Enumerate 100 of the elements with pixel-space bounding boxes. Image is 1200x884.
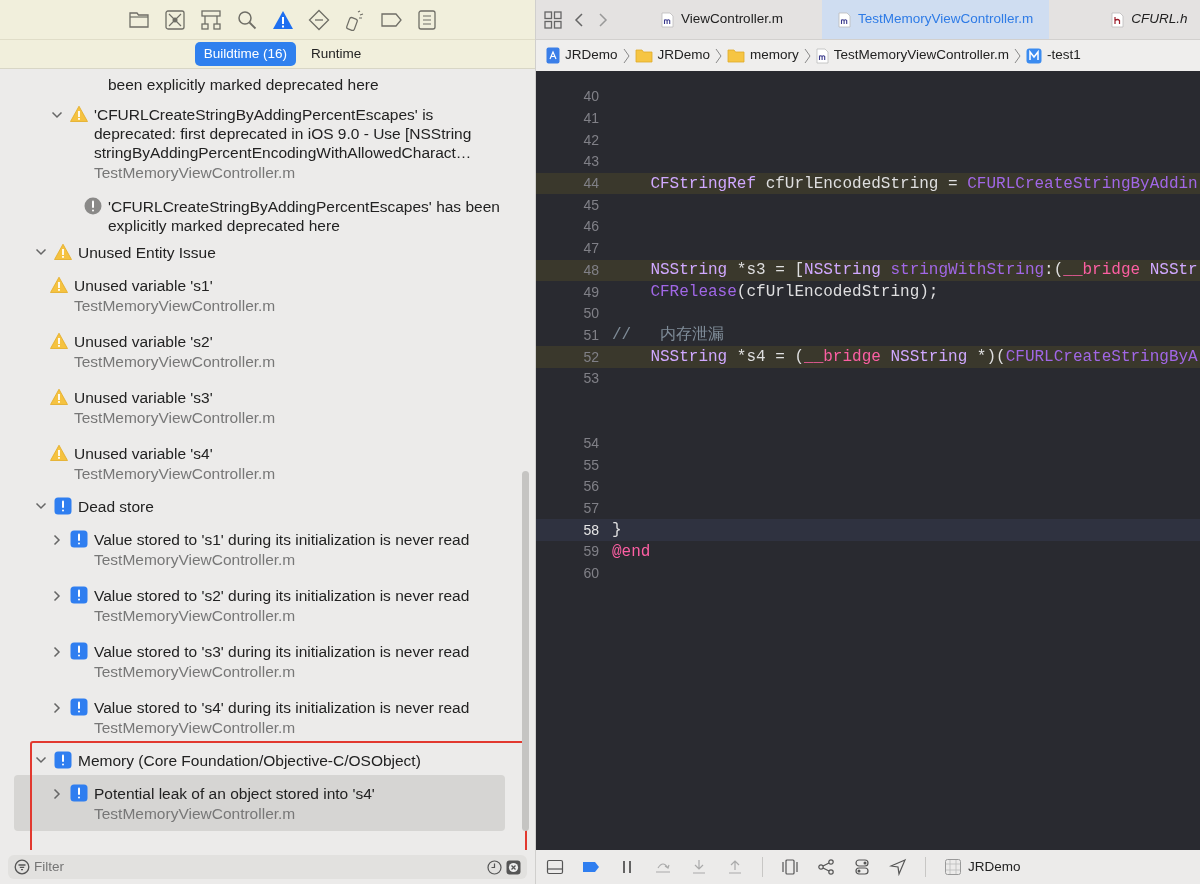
chevron-right-icon [715,47,723,64]
issue-row[interactable]: Value stored to 's4' during its initialization is never read TestMemoryViewController.m [0,689,505,745]
filter-icon [14,859,30,875]
warning-icon [50,332,68,350]
issue-row[interactable]: Unused variable 's2' TestMemoryViewController.m [0,323,505,379]
file-name: TestMemoryViewController.m [94,718,297,738]
file-name: TestMemoryViewController.m [74,352,277,372]
group-title[interactable]: Dead store [78,496,154,516]
issue-text: Value stored to 's1' during its initialization is never read [94,530,471,549]
line-number: 60 [582,564,600,584]
list-icon[interactable] [415,8,438,31]
file-m-icon [661,11,675,28]
square-x-icon[interactable] [163,8,186,31]
group-title[interactable]: Memory (Core Foundation/Objective-C/OSObject) [78,750,421,770]
line-number: 52 [582,347,600,367]
issue-row[interactable]: 'CFURLCreateStringByAddingPercentEscapes' is deprecated: first deprecated in iOS 9.0 - Use [NSString stringByAddingPercentEncodingWithAllowedCharact… TestMemoryViewController.m [0,96,505,190]
chevron-right-icon [622,47,630,64]
view-debug-icon[interactable] [781,858,799,876]
issue-row[interactable]: Unused variable 's3' TestMemoryViewController.m [0,379,505,435]
grid-icon[interactable] [544,10,562,29]
line-number: 55 [582,455,600,475]
folder-icon [634,48,653,63]
panel-icon[interactable] [546,858,564,876]
file-name: TestMemoryViewController.m [94,163,297,183]
search-icon[interactable] [235,8,258,31]
code-line: } [612,520,622,542]
close-icon[interactable] [506,859,521,875]
chevron-right-icon [803,47,811,64]
filter-field[interactable]: Filter [8,855,527,879]
line-number: 50 [582,304,600,324]
line-number: 58 [582,520,600,540]
warning-icon [50,444,68,462]
location-icon[interactable] [889,858,907,876]
breadcrumb-item[interactable]: JRDemo [657,45,711,66]
note-text: 'CFURLCreateStringByAddingPercentEscapes' has been explicitly marked deprecated here [108,197,501,235]
scheme-name[interactable]: JRDemo [968,856,1021,878]
folder-icon [727,48,746,63]
file-name: TestMemoryViewController.m [94,550,297,570]
line-number: 44 [582,174,600,194]
graph-icon[interactable] [817,858,835,876]
hierarchy-icon[interactable] [199,8,222,31]
segment-tab[interactable]: Buildtime (16) [194,41,296,67]
issue-row[interactable]: Value stored to 's1' during its initialization is never read TestMemoryViewController.m [0,521,505,577]
breadcrumb-item[interactable]: memory [750,45,799,66]
project-icon [546,47,560,64]
issue-text: Value stored to 's4' during its initialization is never read [94,698,471,717]
issue-row[interactable]: 'CFURLCreateStringByAddingPercentEscapes' has been explicitly marked deprecated here [0,190,505,237]
line-number: 43 [582,152,600,172]
file-name: TestMemoryViewController.m [94,804,297,824]
issue-text: Unused variable 's1' [74,276,214,295]
filter-input[interactable]: Filter [34,856,483,878]
back-icon[interactable] [574,11,584,28]
line-number: 49 [582,282,600,302]
line-number: 57 [582,499,600,519]
exclamation-icon [70,530,88,548]
file-name: TestMemoryViewController.m [74,408,277,428]
toggle-icon[interactable] [853,858,871,876]
file-m-icon [838,11,851,28]
diamond-icon[interactable] [307,8,330,31]
issue-text: Potential leak of an object stored into 's4' [94,784,376,803]
issue-row[interactable]: Unused variable 's4' TestMemoryViewController.m [0,435,505,491]
scrollbar-thumb[interactable] [522,471,529,831]
line-number: 53 [582,369,600,389]
issue-text: Unused variable 's2' [74,332,214,351]
issue-row[interactable]: Potential leak of an object stored into 's4' TestMemoryViewController.m [14,775,505,831]
exclamation-icon [70,784,88,802]
method-icon [1026,47,1043,64]
exclamation-icon [70,698,88,716]
spray-icon[interactable] [343,8,366,31]
issue-text: Value stored to 's2' during its initialization is never read [94,586,471,605]
editor-tab[interactable]: CFURL.h [1049,0,1200,39]
clock-icon[interactable] [487,859,502,875]
warning-icon [50,276,68,294]
issue-row[interactable]: been explicitly marked deprecated here [0,69,505,96]
line-number: 54 [582,433,600,453]
note-text: been explicitly marked deprecated here [108,75,380,94]
file-name: TestMemoryViewController.m [94,606,297,626]
issue-text: Unused variable 's3' [74,388,214,407]
file-h-icon [1111,11,1125,28]
line-number: 47 [582,239,600,259]
segment-tab[interactable]: Runtime [302,41,371,67]
line-number: 48 [582,260,600,280]
exclamation-icon [70,642,88,660]
issue-text: Value stored to 's3' during its initialization is never read [94,642,471,661]
exclamation-icon [54,751,72,769]
line-number: 45 [582,195,600,215]
issue-text: 'CFURLCreateStringByAddingPercentEscapes' is deprecated: first deprecated in iOS 9.0 - Use [NSString stringByAddingPercentEncodingWithAllowedCharact… [94,105,473,162]
breadcrumb-item[interactable]: -test1 [1047,45,1081,66]
editor-tab[interactable]: ViewController.m [622,0,822,39]
breadcrumb-item[interactable]: JRDemo [565,45,618,66]
breadcrumb-item[interactable]: TestMemoryViewController.m [833,45,1010,66]
group-title[interactable]: Unused Entity Issue [78,242,216,262]
app-icon[interactable] [944,858,962,876]
issue-row[interactable]: Unused variable 's1' TestMemoryViewController.m [0,267,505,323]
code-line: NSString *s4 = (__bridge NSString *)(CFURLCreateStringByA [649,347,1198,369]
file-m-icon [815,47,829,64]
issue-row[interactable]: Value stored to 's2' during its initialization is never read TestMemoryViewController.m [0,577,505,633]
code-line: NSString *s3 = [NSString stringWithString:(__bridge NSStr [649,260,1198,282]
issue-row[interactable]: Value stored to 's3' during its initialization is never read TestMemoryViewController.m [0,633,505,689]
warning-icon [54,243,72,261]
